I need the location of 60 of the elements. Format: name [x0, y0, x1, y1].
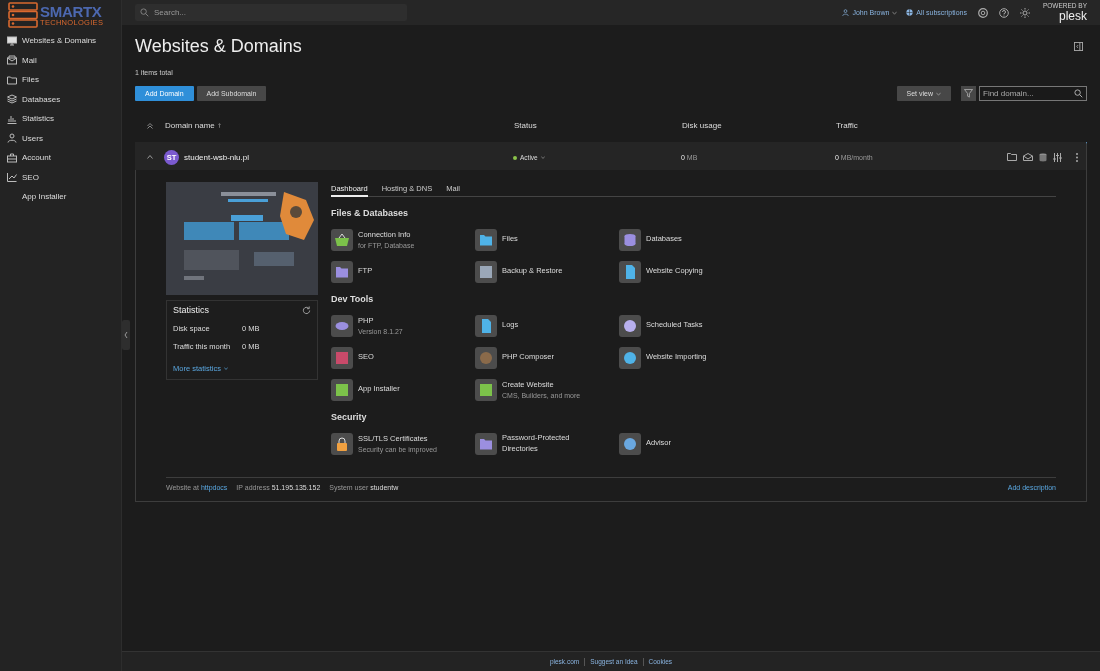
domain-link[interactable]: student-wsb-nlu.pl	[184, 152, 249, 162]
caret-icon	[223, 367, 228, 370]
logo-title: SMARTX	[40, 3, 103, 19]
server-logo-icon	[8, 2, 38, 28]
column-header[interactable]: Disk usage	[682, 121, 836, 130]
find-domain-box[interactable]: Find domain...	[979, 86, 1087, 101]
collapse-all-icon[interactable]	[147, 122, 153, 129]
bar-chart-icon	[7, 113, 17, 124]
section-title: Files & Databases	[331, 208, 410, 218]
stack-icon	[7, 94, 17, 105]
search-icon	[140, 8, 149, 17]
support-icon[interactable]	[977, 7, 988, 18]
briefcase-icon	[7, 152, 17, 163]
lock-icon[interactable]	[331, 432, 353, 455]
monitor-icon	[7, 35, 17, 46]
sidebar-item[interactable]: Files	[0, 70, 121, 90]
find-domain-field[interactable]: Find domain...	[983, 87, 1072, 100]
sidebar-item[interactable]: Databases	[0, 89, 121, 109]
document-icon[interactable]	[475, 314, 497, 337]
sort-arrow-icon	[217, 123, 221, 128]
sidebar-item[interactable]: Users	[0, 128, 121, 148]
folder-icon	[7, 74, 17, 85]
sidebar-item[interactable]: Account	[0, 148, 121, 168]
page-title: Websites & Domains	[135, 35, 302, 58]
database-icon[interactable]	[619, 228, 641, 251]
sliders-icon[interactable]	[1053, 152, 1062, 162]
user-icon	[842, 9, 850, 16]
statistics-title: Statistics	[173, 305, 209, 315]
filter-button[interactable]	[961, 86, 976, 101]
sidebar-item[interactable]: Statistics	[0, 109, 121, 129]
sun-icon[interactable]	[1019, 7, 1030, 18]
expand-toggle-icon[interactable]	[146, 155, 153, 159]
document-icon[interactable]	[619, 260, 641, 283]
caret-icon	[892, 10, 898, 15]
database-icon[interactable]	[1039, 152, 1047, 162]
section-title: Dev Tools	[331, 294, 375, 304]
folder-icon[interactable]	[475, 432, 497, 455]
folder-icon[interactable]	[475, 228, 497, 251]
search-icon	[1074, 89, 1083, 98]
brand-logo: plesk	[1059, 9, 1087, 22]
column-header[interactable]: Status	[514, 121, 682, 130]
column-header[interactable]: Domain name	[165, 121, 514, 130]
sidebar-collapse-icon[interactable]	[122, 320, 130, 350]
folder-icon[interactable]	[331, 260, 353, 283]
sidebar-item[interactable]: Mail	[0, 50, 121, 70]
section-title: Security	[331, 412, 368, 422]
panel-toggle-icon[interactable]	[1074, 41, 1083, 51]
sidebar-item[interactable]: SEO	[0, 167, 121, 187]
sidebar-item[interactable]: Websites & Domains	[0, 31, 121, 51]
folder-icon[interactable]	[1007, 153, 1017, 161]
sidebar-item[interactable]: App Installer	[0, 187, 121, 207]
filter-icon	[964, 89, 973, 98]
envelope-icon	[7, 55, 17, 66]
column-header[interactable]: Traffic	[836, 121, 1087, 130]
refresh-icon[interactable]	[302, 305, 311, 315]
basket-icon[interactable]	[331, 228, 353, 251]
help-icon[interactable]	[998, 7, 1009, 18]
caret-icon	[936, 91, 941, 96]
envelope-icon[interactable]	[1023, 153, 1033, 161]
user-icon	[7, 133, 17, 144]
